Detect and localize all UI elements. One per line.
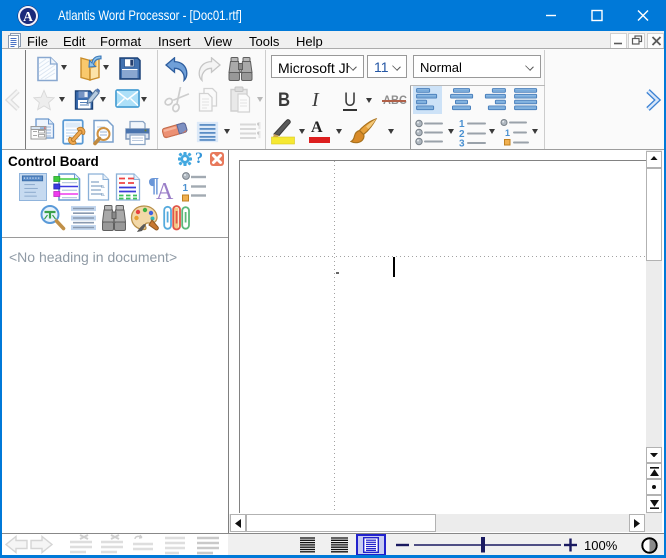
svg-text:a.: a.: [101, 184, 105, 190]
svg-text:1: 1: [183, 183, 189, 194]
svg-text:a.: a.: [101, 192, 105, 198]
svg-text:A: A: [156, 179, 174, 201]
svg-text:A: A: [23, 9, 33, 24]
svg-text:¶: ¶: [257, 130, 261, 139]
svg-text:3: 3: [459, 139, 465, 148]
svg-text:¶: ¶: [257, 121, 261, 130]
svg-text:1: 1: [505, 128, 510, 138]
